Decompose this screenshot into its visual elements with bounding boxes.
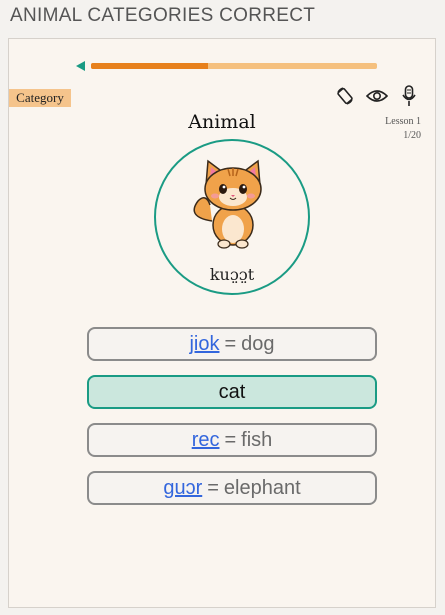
option-button[interactable]: guɔr = elephant xyxy=(87,471,377,505)
eye-icon[interactable] xyxy=(366,85,388,107)
option-word-link[interactable]: jiok xyxy=(189,333,219,356)
option-separator: = xyxy=(224,428,237,451)
answer-options: jiok = dog cat rec = fish guɔr = elephant xyxy=(87,327,377,519)
option-meaning: elephant xyxy=(223,476,301,499)
toolbar xyxy=(334,85,420,107)
option-meaning: fish xyxy=(241,428,273,451)
option-meaning: cat xyxy=(218,380,246,403)
option-separator: = xyxy=(224,332,237,355)
option-button[interactable]: rec = fish xyxy=(87,423,377,457)
category-tag: Category xyxy=(9,89,71,107)
progress-fill xyxy=(91,63,209,69)
rotate-icon[interactable] xyxy=(334,85,356,107)
microphone-icon[interactable] xyxy=(398,85,420,107)
back-arrow-icon[interactable] xyxy=(76,61,85,71)
word-title: Animal xyxy=(188,111,256,133)
option-button[interactable]: jiok = dog xyxy=(87,327,377,361)
pronunciation: kuɔ̤ɔ̤t xyxy=(209,265,255,284)
option-word-link[interactable]: rec xyxy=(192,429,220,452)
page-title: ANIMAL CATEGORIES CORRECT xyxy=(10,5,316,26)
cat-image xyxy=(193,159,262,249)
option-meaning: dog xyxy=(241,332,275,355)
option-button[interactable]: cat xyxy=(87,375,377,409)
option-separator: = xyxy=(207,476,219,499)
word-image-circle: kuɔ̤ɔ̤t xyxy=(154,139,310,295)
lesson-card: Category Lesson 1 1/20 Animal kuɔ̤ɔ̤t ji… xyxy=(8,38,436,608)
option-word-link[interactable]: guɔr xyxy=(163,477,202,500)
progress-bar xyxy=(91,63,377,69)
